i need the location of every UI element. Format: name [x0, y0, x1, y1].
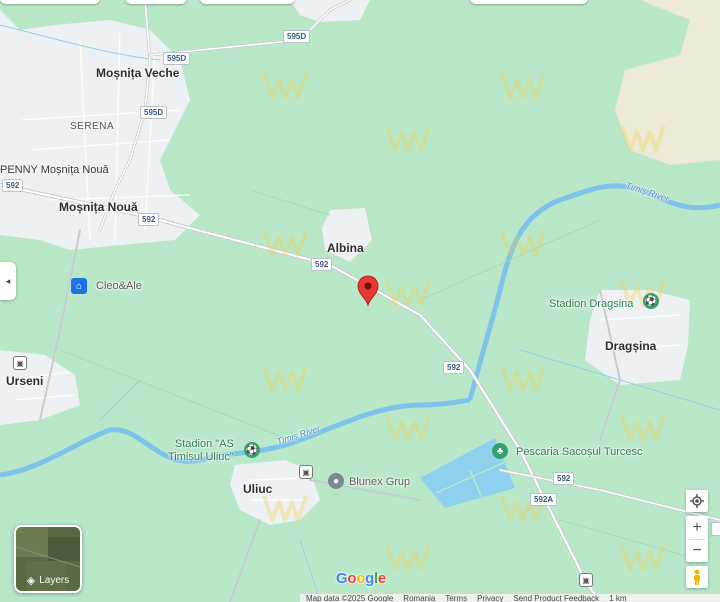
- attribution-bar: Map data ©2025 Google Romania Terms Priv…: [300, 594, 720, 602]
- road-shield-592a: 592A: [530, 493, 558, 506]
- zoom-in-button[interactable]: +: [686, 517, 708, 539]
- watermark-logo: [620, 545, 666, 572]
- transit-icon[interactable]: ▣: [13, 356, 27, 370]
- my-location-button[interactable]: [686, 490, 708, 512]
- stadium-icon[interactable]: ⚽: [244, 442, 260, 458]
- road-shield-595d: 595D: [140, 106, 168, 119]
- shopping-bag-icon[interactable]: ⌂: [71, 278, 87, 294]
- transit-icon[interactable]: ▣: [579, 573, 593, 587]
- privacy-link[interactable]: Privacy: [477, 594, 503, 602]
- poi-label[interactable]: PENNY Moșnița Nouă: [0, 164, 109, 176]
- place-label[interactable]: Moșnița Veche: [96, 66, 179, 80]
- road-shield-592: 592: [138, 213, 160, 226]
- road-shield-592: 592: [2, 179, 24, 192]
- watermark-logo: [385, 415, 431, 442]
- watermark-logo: [385, 280, 431, 307]
- google-logo: Google: [336, 570, 386, 587]
- place-icon[interactable]: ●: [328, 473, 344, 489]
- collapse-panel-button[interactable]: ◂: [0, 262, 16, 300]
- layers-icon: ◈: [26, 575, 36, 587]
- scale-label[interactable]: 1 km: [609, 594, 626, 602]
- poi-label[interactable]: Pescaria Sacoșul Turcesc: [516, 446, 643, 458]
- terms-link[interactable]: Terms: [445, 594, 467, 602]
- road-shield-595d: 595D: [283, 30, 311, 43]
- place-label[interactable]: Albina: [327, 241, 364, 255]
- watermark-logo: [262, 365, 308, 392]
- place-label[interactable]: SERENA: [70, 121, 114, 132]
- top-tab-stub[interactable]: [0, 0, 100, 4]
- zoom-out-button[interactable]: −: [686, 540, 708, 562]
- stadium-icon[interactable]: ⚽: [643, 293, 659, 309]
- pegman-button[interactable]: [686, 566, 708, 588]
- road-shield-592: 592: [553, 472, 575, 485]
- feedback-link[interactable]: Send Product Feedback: [513, 594, 599, 602]
- road-shield-592: 592: [311, 258, 333, 271]
- poi-label[interactable]: Stadion Dragsina: [549, 298, 633, 310]
- watermark-logo: [385, 545, 431, 572]
- layers-caption: ◈ Layers: [26, 575, 70, 587]
- map-data-credit: Map data ©2025 Google: [306, 594, 394, 602]
- layers-button[interactable]: ◈ Layers: [14, 525, 82, 593]
- watermark-logo: [262, 230, 308, 257]
- pegman-icon: [694, 569, 700, 585]
- place-label[interactable]: Urseni: [6, 374, 43, 388]
- place-label[interactable]: Moșnița Nouă: [59, 200, 138, 214]
- park-icon[interactable]: ♣: [492, 443, 508, 459]
- road-shield-595d: 595D: [163, 52, 191, 65]
- chevron-left-icon: ◂: [5, 275, 11, 286]
- place-label[interactable]: Uliuc: [243, 482, 272, 496]
- road-shield-592: 592: [443, 361, 465, 374]
- country-link[interactable]: Romania: [403, 594, 435, 602]
- watermark-logo: [620, 415, 666, 442]
- top-tab-stub[interactable]: [125, 0, 187, 4]
- transit-icon[interactable]: ▣: [299, 465, 313, 479]
- poi-label[interactable]: Blunex Grup: [349, 476, 410, 488]
- top-tab-stub[interactable]: [200, 0, 295, 4]
- place-label[interactable]: Dragșina: [605, 339, 656, 353]
- watermark-logo: [500, 73, 546, 100]
- watermark-logo: [262, 73, 308, 100]
- crosshair-icon: [690, 494, 704, 508]
- watermark-logo: [620, 125, 666, 152]
- watermark-logo: [500, 230, 546, 257]
- top-tab-stub[interactable]: [470, 0, 588, 4]
- watermark-logo: [385, 125, 431, 152]
- zoom-control: + −: [686, 516, 708, 562]
- poi-label[interactable]: Cleo&Ale: [96, 280, 142, 292]
- edge-shield: [711, 522, 720, 536]
- watermark-logo: [500, 365, 546, 392]
- poi-label[interactable]: Stadion "AS Timișul Uliuc": [168, 438, 234, 464]
